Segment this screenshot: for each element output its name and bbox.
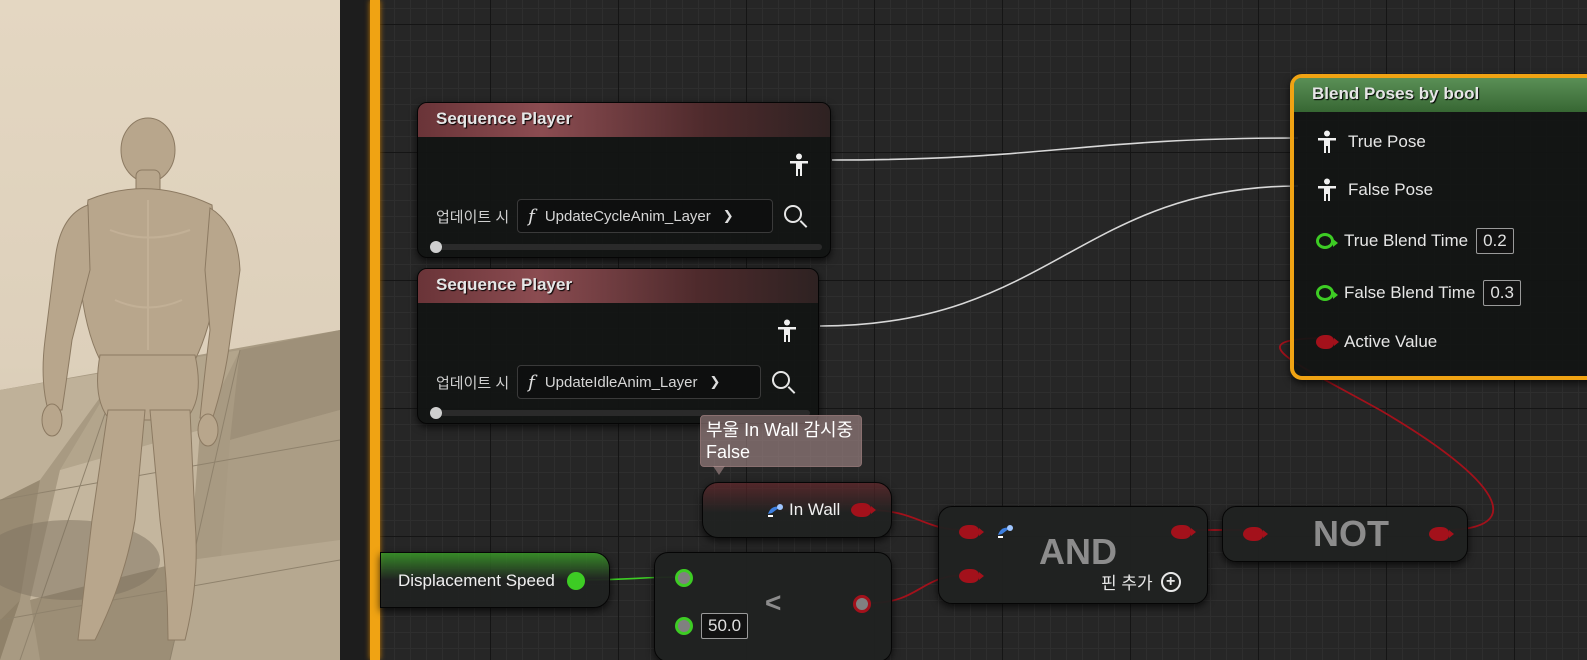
float-pin-icon[interactable] xyxy=(1316,285,1338,301)
slider-knob[interactable] xyxy=(430,241,442,253)
less-than-node[interactable]: 50.0 < xyxy=(654,552,892,660)
float-pin-icon[interactable] xyxy=(1316,233,1338,249)
play-rate-slider[interactable] xyxy=(430,241,822,253)
operator-label: NOT xyxy=(1313,513,1389,554)
chevron-down-icon: ❯ xyxy=(722,208,734,223)
watch-value: False xyxy=(706,442,751,462)
function-selector[interactable]: f UpdateIdleAnim_Layer ❯ xyxy=(517,365,762,399)
character-preview-image xyxy=(0,117,340,660)
false-blend-time-pin[interactable]: False Blend Time 0.3 xyxy=(1316,280,1521,306)
bool-output-pin[interactable] xyxy=(851,503,876,517)
update-label: 업데이트 시 xyxy=(436,208,510,226)
search-icon[interactable] xyxy=(772,371,790,389)
sequence-player-node-2[interactable]: Sequence Player 업데이트 시 f UpdateIdleAnim_… xyxy=(417,268,819,424)
update-label: 업데이트 시 xyxy=(436,374,510,392)
operator-label: < xyxy=(765,587,782,618)
function-icon: f xyxy=(528,371,535,393)
graph-active-border xyxy=(370,0,380,660)
false-blend-time-input[interactable]: 0.3 xyxy=(1483,280,1521,306)
node-title: Blend Poses by bool xyxy=(1294,78,1587,112)
false-pose-pin[interactable]: False Pose xyxy=(1316,178,1433,202)
bool-output-pin[interactable] xyxy=(1171,525,1196,539)
not-node[interactable]: NOT xyxy=(1222,506,1468,562)
pin-label: True Blend Time xyxy=(1344,231,1469,250)
pose-input-pin-icon[interactable] xyxy=(1316,130,1338,154)
function-selector[interactable]: f UpdateCycleAnim_Layer ❯ xyxy=(517,199,774,233)
bool-input-pin-b[interactable] xyxy=(959,569,984,583)
float-input-pin-a[interactable] xyxy=(675,569,693,587)
variable-label: In Wall xyxy=(789,500,841,519)
and-node[interactable]: AND 핀 추가 + xyxy=(938,506,1208,604)
operator-label: AND xyxy=(1039,531,1117,572)
active-value-pin[interactable]: Active Value xyxy=(1316,332,1437,352)
chevron-down-icon: ❯ xyxy=(709,374,721,389)
displacement-speed-variable-node[interactable]: Displacement Speed xyxy=(380,552,610,608)
pose-output-pin-icon[interactable] xyxy=(788,153,810,177)
function-name: UpdateIdleAnim_Layer xyxy=(544,373,698,391)
pin-label: Active Value xyxy=(1344,332,1438,351)
update-function-row: 업데이트 시 f UpdateCycleAnim_Layer ❯ xyxy=(436,199,774,233)
add-pin-label: 핀 추가 xyxy=(1101,574,1153,593)
in-wall-variable-node[interactable]: In Wall xyxy=(702,482,892,538)
pin-label: False Pose xyxy=(1348,180,1434,199)
function-icon: f xyxy=(528,205,535,227)
node-title: Sequence Player xyxy=(418,269,818,303)
viewport-divider[interactable] xyxy=(340,0,370,660)
watch-value-bubble: 부울 In Wall 감시중 False xyxy=(700,415,862,475)
sequence-player-node-1[interactable]: Sequence Player 업데이트 시 f UpdateCycleAnim… xyxy=(417,102,831,258)
slider-knob[interactable] xyxy=(430,407,442,419)
pin-label: False Blend Time xyxy=(1344,283,1476,302)
update-function-row: 업데이트 시 f UpdateIdleAnim_Layer ❯ xyxy=(436,365,762,399)
pure-function-icon xyxy=(998,525,1013,538)
search-icon[interactable] xyxy=(784,205,802,223)
anim-graph-editor: Sequence Player 업데이트 시 f UpdateCycleAnim… xyxy=(0,0,1587,660)
variable-icon xyxy=(768,504,783,517)
float-input-pin-b[interactable] xyxy=(675,617,693,635)
bool-input-pin-a[interactable] xyxy=(959,525,984,539)
pose-input-pin-icon[interactable] xyxy=(1316,178,1338,202)
function-name: UpdateCycleAnim_Layer xyxy=(544,207,711,225)
add-pin-button[interactable]: 핀 추가 + xyxy=(1101,569,1181,594)
node-title: Sequence Player xyxy=(418,103,830,137)
watch-title: 부울 In Wall 감시중 xyxy=(706,420,854,440)
true-pose-pin[interactable]: True Pose xyxy=(1316,130,1426,154)
variable-label: Displacement Speed xyxy=(398,571,555,590)
bool-input-pin[interactable] xyxy=(1243,527,1268,541)
pose-output-pin-icon[interactable] xyxy=(776,319,798,343)
true-blend-time-pin[interactable]: True Blend Time 0.2 xyxy=(1316,228,1514,254)
compare-value-input[interactable]: 50.0 xyxy=(701,613,749,639)
plus-circle-icon: + xyxy=(1160,571,1181,592)
pin-label: True Pose xyxy=(1348,132,1426,151)
bool-output-pin[interactable] xyxy=(1429,527,1454,541)
blend-poses-by-bool-node[interactable]: Blend Poses by bool True Pose False Pose… xyxy=(1290,74,1587,380)
true-blend-time-input[interactable]: 0.2 xyxy=(1476,228,1514,254)
viewport-preview[interactable] xyxy=(0,0,340,660)
bool-pin-icon[interactable] xyxy=(1316,335,1339,349)
float-output-pin[interactable] xyxy=(567,572,585,590)
bool-output-pin[interactable] xyxy=(853,595,871,613)
